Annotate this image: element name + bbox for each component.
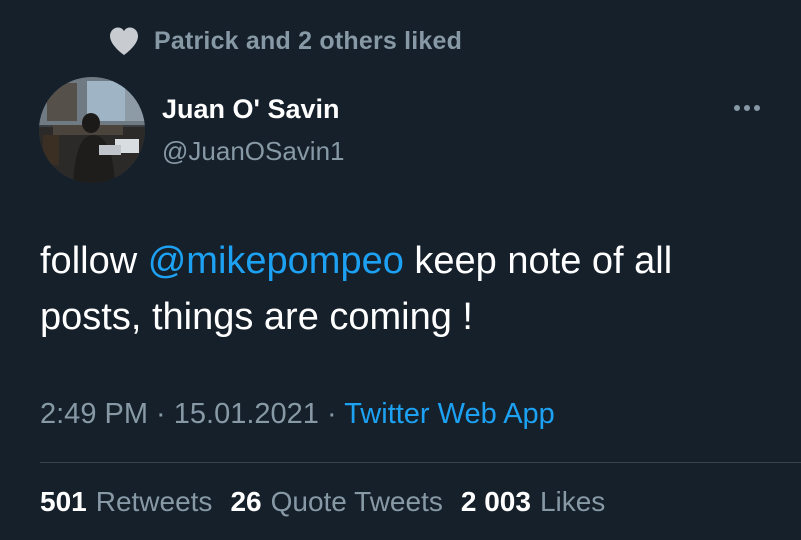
tweet-date[interactable]: 15.01.2021 <box>174 398 319 430</box>
author-handle[interactable]: @JuanOSavin1 <box>162 136 345 167</box>
source-link[interactable]: Twitter Web App <box>344 398 555 430</box>
avatar[interactable] <box>39 77 145 183</box>
more-icon[interactable] <box>732 102 762 114</box>
likes-stat[interactable]: 2 003 Likes <box>461 486 605 518</box>
tweet-text-before: follow <box>40 240 148 282</box>
quote-tweets-count: 26 <box>230 486 262 517</box>
mention-link[interactable]: @mikepompeo <box>148 240 404 282</box>
retweets-label: Retweets <box>95 486 213 517</box>
tweet-metadata: 2:49 PM · 15.01.2021 · Twitter Web App <box>40 398 555 431</box>
author-display-name[interactable]: Juan O' Savin <box>162 94 339 125</box>
engagement-stats: 501 Retweets 26 Quote Tweets 2 003 Likes <box>40 486 605 518</box>
tweet-text: follow @mikepompeo keep note of all post… <box>40 233 780 345</box>
likes-label: Likes <box>539 486 606 517</box>
social-context[interactable]: Patrick and 2 others liked <box>108 26 462 56</box>
tweet-time[interactable]: 2:49 PM <box>40 398 148 430</box>
retweets-count: 501 <box>40 486 87 517</box>
quote-tweets-label: Quote Tweets <box>270 486 443 517</box>
retweets-stat[interactable]: 501 Retweets <box>40 486 212 518</box>
likes-count: 2 003 <box>460 486 531 517</box>
social-context-text: Patrick and 2 others liked <box>154 26 463 55</box>
heart-icon <box>110 27 138 55</box>
quote-tweets-stat[interactable]: 26 Quote Tweets <box>230 486 442 518</box>
meta-separator: · <box>148 398 174 430</box>
tweet-card: Patrick and 2 others liked Juan O' Savin… <box>0 0 801 540</box>
divider <box>40 462 801 463</box>
meta-separator: · <box>318 398 345 430</box>
